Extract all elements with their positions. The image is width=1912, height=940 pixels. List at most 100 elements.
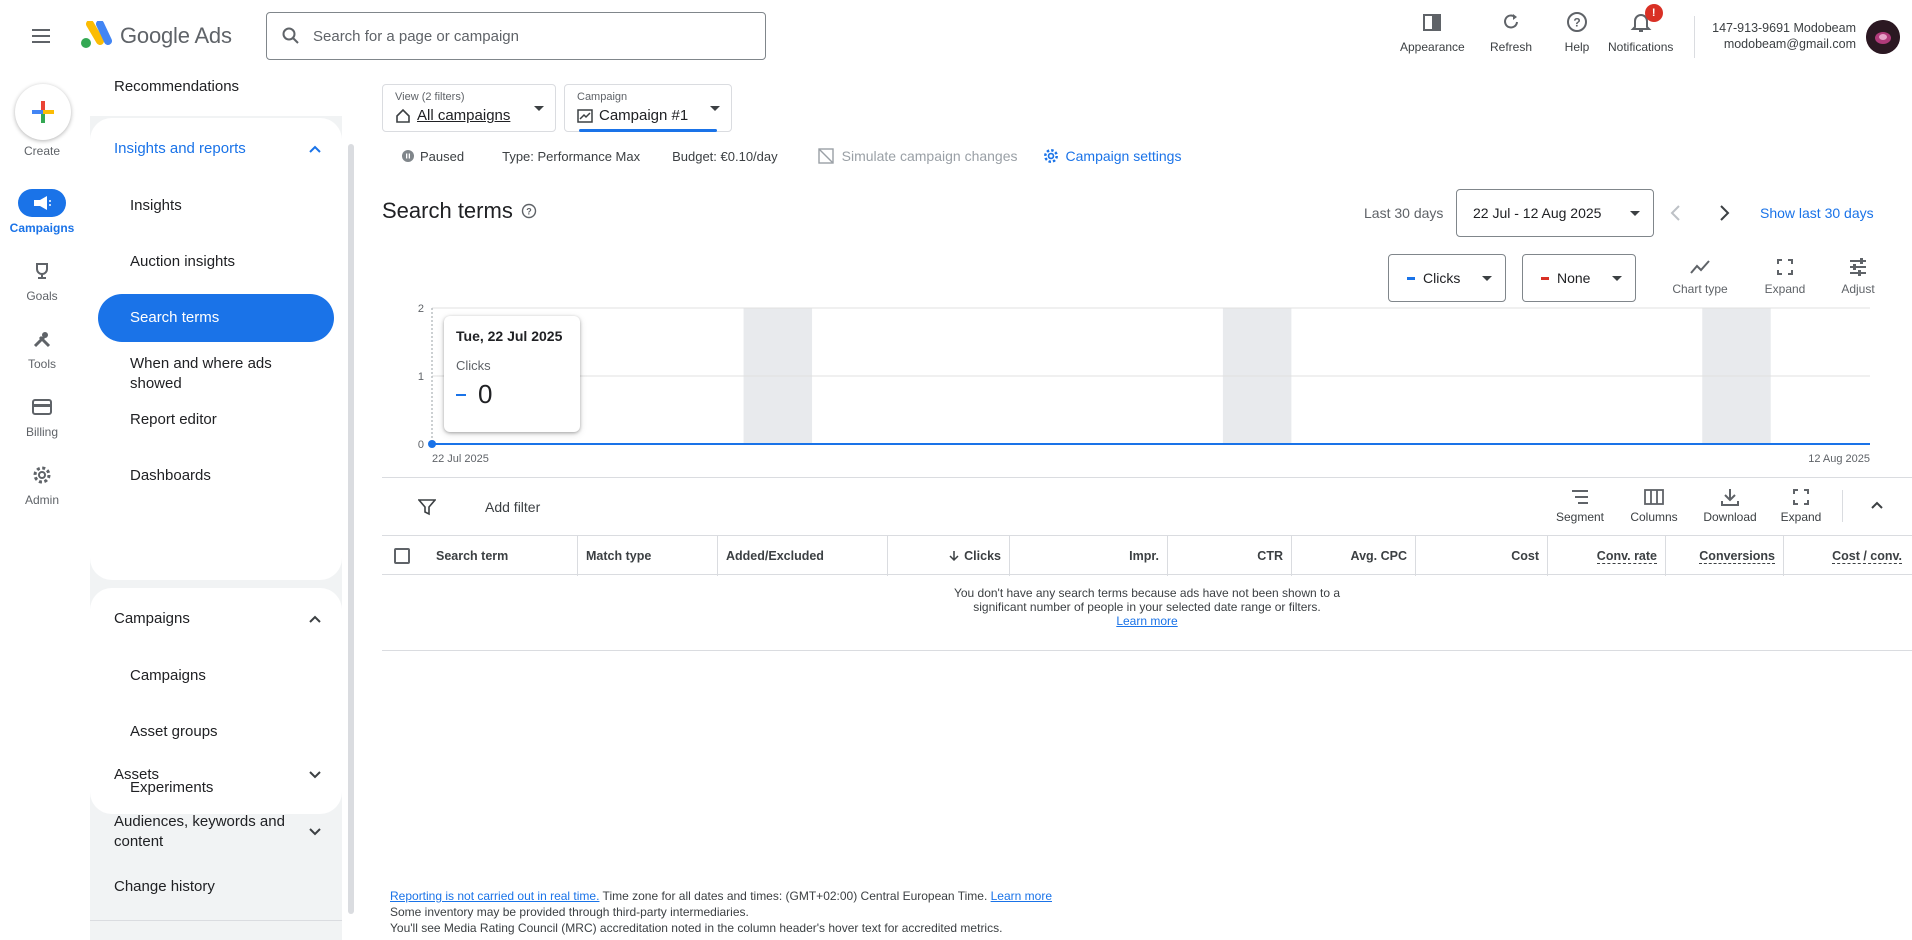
- col-added-excluded[interactable]: Added/Excluded: [718, 536, 888, 576]
- next-period-icon[interactable]: [1716, 203, 1732, 223]
- caret-down-icon: [1482, 276, 1492, 281]
- date-range-picker[interactable]: 22 Jul - 12 Aug 2025: [1456, 189, 1654, 237]
- col-ctr-label: CTR: [1257, 549, 1283, 563]
- filter-icon[interactable]: [418, 498, 436, 516]
- nav-item-auction-insights[interactable]: Auction insights: [130, 252, 320, 272]
- rail-label-billing: Billing: [25, 425, 58, 439]
- campaign-settings-button[interactable]: Campaign settings: [1042, 147, 1181, 165]
- rail-item-campaigns[interactable]: Campaigns: [0, 189, 84, 235]
- status-type: Type: Performance Max: [502, 148, 641, 164]
- collapse-up-icon[interactable]: [1870, 500, 1884, 510]
- footer-learn-more-link[interactable]: Learn more: [991, 889, 1052, 903]
- col-avg-cpc[interactable]: Avg. CPC: [1292, 536, 1416, 576]
- nav-group-audiences[interactable]: Audiences, keywords and content: [114, 812, 322, 852]
- expand-icon: [1793, 489, 1809, 505]
- search-terms-table: Add filter Segment Columns Download Expa…: [382, 477, 1912, 651]
- help-button[interactable]: ? Help: [1563, 8, 1591, 64]
- nav-item-dashboards[interactable]: Dashboards: [130, 466, 320, 486]
- y-tick-labels: 0 1 2: [418, 303, 424, 451]
- notifications-label: Notifications: [1608, 40, 1674, 54]
- avatar[interactable]: [1866, 20, 1900, 54]
- nav-item-when-where[interactable]: When and where ads showed: [130, 354, 320, 394]
- realtime-reporting-link[interactable]: Reporting is not carried out in real tim…: [390, 889, 599, 903]
- nav-item-search-terms[interactable]: Search terms: [130, 308, 320, 328]
- col-conv-rate[interactable]: Conv. rate: [1548, 536, 1666, 576]
- y-tick-label: 1: [418, 371, 424, 383]
- nav-audiences-label: Audiences, keywords and content: [114, 813, 285, 850]
- chart-tooltip: Tue, 22 Jul 2025 Clicks 0: [444, 316, 580, 432]
- simulate-label: Simulate campaign changes: [841, 148, 1018, 164]
- nav-item-insights[interactable]: Insights: [130, 196, 320, 216]
- rail-item-goals[interactable]: Goals: [0, 257, 84, 303]
- nav-item-asset-groups[interactable]: Asset groups: [130, 722, 320, 742]
- col-match-type[interactable]: Match type: [578, 536, 718, 576]
- campaign-selector-value-wrap: Campaign #1: [577, 107, 688, 124]
- rail-item-tools[interactable]: Tools: [0, 325, 84, 371]
- home-icon: [396, 108, 410, 123]
- simulate-button[interactable]: Simulate campaign changes: [817, 148, 1018, 164]
- appearance-button[interactable]: Appearance: [1400, 8, 1465, 64]
- add-filter-button[interactable]: Add filter: [485, 499, 540, 515]
- gear-icon: [1043, 149, 1058, 163]
- chevron-down-icon: [309, 828, 321, 836]
- select-all-checkbox[interactable]: [394, 548, 410, 564]
- chart-adjust-button[interactable]: Adjust: [1834, 258, 1882, 296]
- col-impr[interactable]: Impr.: [1010, 536, 1168, 576]
- logo-text: Google Ads: [120, 23, 232, 48]
- side-nav-scrollbar[interactable]: [348, 144, 354, 914]
- rail-item-billing[interactable]: Billing: [0, 393, 84, 439]
- metric2-selector[interactable]: None: [1522, 254, 1636, 302]
- col-ctr[interactable]: CTR: [1168, 536, 1292, 576]
- chart-type-button[interactable]: Chart type: [1670, 258, 1730, 296]
- account-info[interactable]: 147-913-9691 Modobeam modobeam@gmail.com: [1712, 20, 1856, 52]
- table-expand-button[interactable]: Expand: [1774, 488, 1828, 524]
- search-box[interactable]: Search for a page or campaign: [266, 12, 766, 60]
- nav-change-history[interactable]: Change history: [114, 878, 215, 895]
- empty-state-message: You don't have any search terms because …: [382, 586, 1912, 628]
- chart-expand-label: Expand: [1764, 282, 1806, 296]
- show-last-30-days-button[interactable]: Show last 30 days: [1760, 205, 1874, 221]
- col-avg-cpc-label: Avg. CPC: [1350, 549, 1408, 563]
- nav-group-insights-header[interactable]: Insights and reports: [114, 140, 322, 157]
- campaign-status-row: Paused Type: Performance Max Budget: €0.…: [402, 148, 1181, 164]
- col-cost-per-conv[interactable]: Cost / conv.: [1784, 536, 1910, 576]
- view-selector[interactable]: View (2 filters) All campaigns: [382, 84, 556, 132]
- col-clicks[interactable]: Clicks: [888, 536, 1010, 576]
- topbar-divider: [1694, 16, 1695, 58]
- empty-state-learn-more-link[interactable]: Learn more: [1116, 614, 1177, 628]
- help-circle-icon[interactable]: ?: [521, 203, 537, 219]
- chevron-up-icon: [309, 615, 321, 623]
- nav-group-campaigns-header[interactable]: Campaigns: [114, 610, 322, 627]
- rail-item-admin[interactable]: Admin: [0, 461, 84, 507]
- col-search-term[interactable]: Search term: [428, 536, 578, 576]
- status-budget[interactable]: Budget: €0.10/day: [672, 149, 778, 164]
- account-id: 147-913-9691 Modobeam: [1712, 21, 1856, 35]
- nav-group-assets[interactable]: Assets: [114, 766, 322, 783]
- data-point[interactable]: [428, 440, 436, 448]
- chevron-up-icon: [309, 145, 321, 153]
- google-ads-logo[interactable]: Google Ads: [78, 20, 232, 52]
- chart-expand-button[interactable]: Expand: [1760, 258, 1810, 296]
- previous-period-icon[interactable]: [1668, 203, 1684, 223]
- refresh-button[interactable]: Refresh: [1490, 8, 1532, 64]
- clicks-line-chart[interactable]: 0 1 2 22 Jul 2025 12 Aug 2025: [382, 296, 1872, 468]
- notifications-button[interactable]: ! Notifications: [1608, 4, 1674, 64]
- create-button[interactable]: [15, 84, 71, 140]
- nav-item-campaigns[interactable]: Campaigns: [130, 666, 320, 686]
- main-menu-button[interactable]: [26, 22, 58, 50]
- top-bar: Google Ads Search for a page or campaign…: [0, 0, 1912, 72]
- campaign-selector-value: Campaign #1: [599, 107, 689, 124]
- columns-icon: [1644, 489, 1664, 505]
- nav-recommendations[interactable]: Recommendations: [114, 78, 239, 95]
- col-cost[interactable]: Cost: [1416, 536, 1548, 576]
- download-button[interactable]: Download: [1698, 488, 1762, 524]
- sort-down-arrow-icon: [949, 551, 959, 562]
- col-added-excluded-label: Added/Excluded: [726, 549, 824, 563]
- nav-item-report-editor[interactable]: Report editor: [130, 410, 320, 430]
- campaign-selector[interactable]: Campaign Campaign #1: [564, 84, 732, 132]
- col-conversions[interactable]: Conversions: [1666, 536, 1784, 576]
- metric1-selector[interactable]: Clicks: [1388, 254, 1506, 302]
- columns-button[interactable]: Columns: [1626, 488, 1682, 524]
- segment-button[interactable]: Segment: [1550, 488, 1610, 524]
- search-input[interactable]: Search for a page or campaign: [313, 28, 519, 45]
